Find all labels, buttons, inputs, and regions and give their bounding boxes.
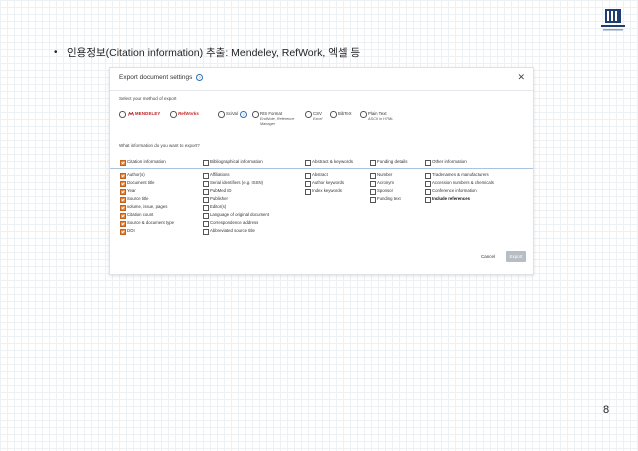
- checkbox-funding-details[interactable]: [370, 159, 376, 166]
- checkbox-abstract[interactable]: [305, 172, 311, 179]
- column-header-other: Other information: [432, 159, 467, 164]
- method-ris-label: RIS Format: [260, 111, 282, 116]
- radio-ris[interactable]: [252, 111, 259, 118]
- item-source-document-type: Source & document type: [127, 220, 175, 225]
- checkbox-pubmed-id[interactable]: [203, 188, 209, 195]
- item-abbreviated-source-title: Abbreviated source title: [210, 228, 255, 233]
- checkbox-funding-text[interactable]: [370, 196, 376, 203]
- checkbox-tradenames[interactable]: [425, 172, 431, 179]
- column-header-funding: Funding details: [377, 159, 408, 164]
- item-abstract: Abstract: [312, 172, 328, 177]
- item-serial-identifiers: Serial identifiers (e.g. ISSN): [210, 180, 264, 185]
- checkbox-source-document-type[interactable]: [120, 220, 126, 227]
- cancel-button[interactable]: Cancel: [481, 254, 495, 259]
- checkbox-include-references[interactable]: [425, 196, 431, 203]
- mendeley-logo-icon: [128, 111, 134, 116]
- checkbox-volume-issue-pages[interactable]: [120, 204, 126, 211]
- item-number: Number: [377, 172, 393, 177]
- scival-help-icon[interactable]: ?: [240, 110, 247, 118]
- method-bibtex-label: BibTeX: [338, 111, 352, 116]
- checkbox-citation-count[interactable]: [120, 212, 126, 219]
- checkbox-doi[interactable]: [120, 228, 126, 235]
- checkbox-other-information[interactable]: [425, 159, 431, 166]
- checkbox-acronym[interactable]: [370, 180, 376, 187]
- radio-csv[interactable]: [305, 111, 312, 118]
- item-tradenames: Tradenames & manufacturers: [432, 172, 489, 177]
- method-plain-text-sub: ASCII in HTML: [368, 116, 394, 121]
- item-language: Language of original document: [210, 212, 270, 217]
- checkbox-abstract-keywords[interactable]: [305, 159, 311, 166]
- column-header-abstract: Abstract & keywords: [312, 159, 354, 164]
- item-authors: Author(s): [127, 172, 145, 177]
- item-document-title: Document title: [127, 180, 155, 185]
- info-column-headers: Citation information Bibliographical inf…: [110, 156, 533, 169]
- checkbox-serial-identifiers[interactable]: [203, 180, 209, 187]
- checkbox-source-title[interactable]: [120, 196, 126, 203]
- item-volume-issue-pages: volume, issue, pages: [127, 204, 168, 209]
- export-button[interactable]: Export: [506, 251, 526, 262]
- checkbox-sponsor[interactable]: [370, 188, 376, 195]
- item-citation-count: Citation count: [127, 212, 154, 217]
- radio-plain-text[interactable]: [360, 111, 367, 118]
- item-correspondence-address: Correspondence address: [210, 220, 259, 225]
- item-source-title: Source title: [127, 196, 149, 201]
- checkbox-document-title[interactable]: [120, 180, 126, 187]
- method-ris-sub: EndNote, Reference Manager: [260, 116, 295, 126]
- item-conference-information: Conference information: [432, 188, 477, 193]
- item-accession-numbers: Accession numbers & chemicals: [432, 180, 494, 185]
- info-label: What information do you want to export?: [119, 143, 200, 148]
- item-year: Year: [127, 188, 136, 193]
- method-refworks-label: RefWorks: [178, 110, 199, 116]
- checkbox-year[interactable]: [120, 188, 126, 195]
- item-editors: Editor(s): [210, 204, 227, 209]
- dialog-header: Export document settings ? ✕: [110, 68, 533, 91]
- checkbox-author-keywords[interactable]: [305, 180, 311, 187]
- item-include-references: Include references: [432, 196, 470, 201]
- radio-bibtex[interactable]: [330, 111, 337, 118]
- checkbox-correspondence-address[interactable]: [203, 220, 209, 227]
- column-header-bibliographical: Bibliographical information: [210, 159, 263, 164]
- close-icon[interactable]: ✕: [517, 72, 525, 82]
- institution-logo-icon: [601, 9, 625, 31]
- item-affiliations: Affiliations: [210, 172, 230, 177]
- item-author-keywords: Author keywords: [312, 180, 345, 185]
- checkbox-abbreviated-source-title[interactable]: [203, 228, 209, 235]
- checkbox-bibliographical-information[interactable]: [203, 159, 209, 166]
- checkbox-accession-numbers[interactable]: [425, 180, 431, 187]
- checkbox-authors[interactable]: [120, 172, 126, 179]
- checkbox-publisher[interactable]: [203, 196, 209, 203]
- item-index-keywords: Index keywords: [312, 188, 342, 193]
- radio-scival[interactable]: [218, 111, 225, 118]
- method-label: Select your method of export: [119, 96, 177, 101]
- item-doi: DOI: [127, 228, 135, 233]
- radio-refworks[interactable]: [170, 111, 177, 118]
- checkbox-conference-information[interactable]: [425, 188, 431, 195]
- column-header-citation: Citation information: [127, 159, 166, 164]
- method-mendeley-label: MENDELEY: [135, 111, 161, 116]
- help-icon[interactable]: ?: [196, 74, 204, 81]
- item-sponsor: Sponsor: [377, 188, 394, 193]
- item-pubmed-id: PubMed ID: [210, 188, 232, 193]
- radio-mendeley[interactable]: [119, 111, 126, 118]
- method-csv-label: CSV: [313, 111, 322, 116]
- method-scival-label: SciVal: [226, 111, 238, 116]
- method-plain-text-label: Plain Text: [368, 111, 387, 116]
- export-method-group: MENDELEY RefWorks SciVal ? RIS Format En…: [119, 110, 529, 127]
- dialog-title: Export document settings ?: [119, 74, 204, 82]
- checkbox-affiliations[interactable]: [203, 172, 209, 179]
- item-funding-text: Funding text: [377, 196, 401, 201]
- checkbox-number[interactable]: [370, 172, 376, 179]
- dialog-title-text: Export document settings: [119, 74, 193, 82]
- slide-title: 인용정보(Citation information) 추출: Mendeley,…: [67, 47, 361, 59]
- slide-bullet: •: [54, 47, 58, 58]
- method-csv-sub: Excel: [313, 116, 323, 121]
- export-dialog: Export document settings ? ✕ Select your…: [109, 67, 534, 275]
- checkbox-citation-information[interactable]: [120, 159, 126, 166]
- checkbox-editors[interactable]: [203, 204, 209, 211]
- checkbox-language[interactable]: [203, 212, 209, 219]
- page-number: 8: [603, 404, 610, 416]
- item-acronym: Acronym: [377, 180, 394, 185]
- checkbox-index-keywords[interactable]: [305, 188, 311, 195]
- item-publisher: Publisher: [210, 196, 228, 201]
